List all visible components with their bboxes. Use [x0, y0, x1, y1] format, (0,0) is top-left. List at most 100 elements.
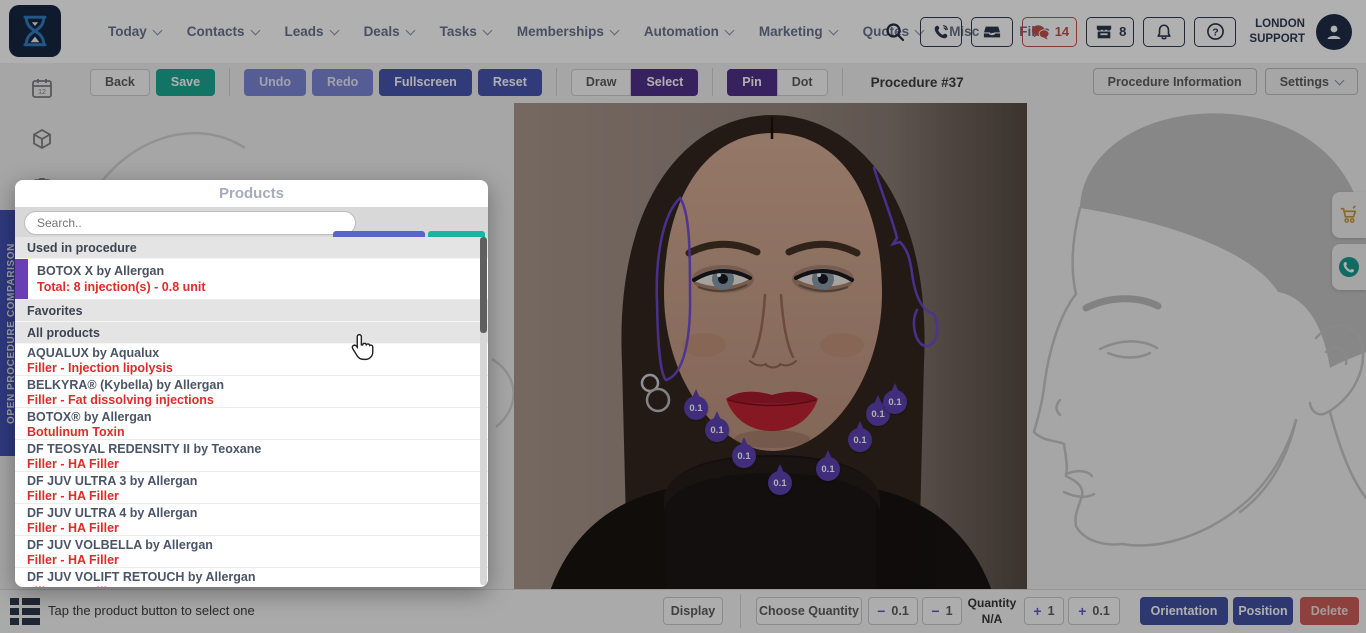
reset-button[interactable]: Reset: [478, 69, 542, 96]
patient-photo[interactable]: 0.10.10.10.10.10.10.10.1: [514, 103, 1027, 591]
chevron-down-icon: [405, 25, 415, 35]
product-list-item[interactable]: DF JUV VOLIFT RETOUCH by AllerganFiller …: [15, 568, 488, 587]
bottombar-separator: [740, 594, 741, 628]
bell-icon: [1155, 23, 1173, 41]
used-product-item[interactable]: BOTOX X by Allergan Total: 8 injection(s…: [15, 259, 488, 300]
menu-item-automation[interactable]: Automation: [644, 24, 733, 39]
injection-pin[interactable]: 0.1: [684, 396, 708, 420]
product-list-item[interactable]: DF JUV ULTRA 4 by AllerganFiller - HA Fi…: [15, 504, 488, 536]
section-all-products[interactable]: All products: [15, 322, 488, 344]
injection-pin[interactable]: 0.1: [848, 428, 872, 452]
menu-item-marketing[interactable]: Marketing: [759, 24, 837, 39]
plus-icon: +: [1033, 603, 1041, 619]
accent-bar-purple: [333, 231, 425, 237]
inbox-icon: [982, 23, 1002, 41]
product-list: AQUALUX by AqualuxFiller - Injection lip…: [15, 344, 488, 587]
product-list-item[interactable]: DF TEOSYAL REDENSITY II by TeoxaneFiller…: [15, 440, 488, 472]
choose-quantity-button[interactable]: Choose Quantity: [756, 597, 862, 625]
search-input[interactable]: [24, 211, 356, 235]
settings-button[interactable]: Settings: [1265, 68, 1358, 95]
chevron-down-icon: [152, 25, 162, 35]
call-float-button[interactable]: [1332, 244, 1366, 290]
display-button[interactable]: Display: [663, 597, 723, 625]
product-list-item[interactable]: DF JUV VOLBELLA by AllerganFiller - HA F…: [15, 536, 488, 568]
sidebar-cube-icon[interactable]: [30, 127, 54, 151]
svg-text:?: ?: [1212, 27, 1218, 38]
procedure-information-button[interactable]: Procedure Information: [1093, 68, 1257, 95]
topbar-actions: 14 8 ? LONDON SUPPORT: [885, 0, 1352, 63]
procedure-title: Procedure #37: [871, 75, 964, 90]
hourglass-logo-icon: [20, 14, 50, 48]
popup-scrollbar-thumb[interactable]: [480, 237, 487, 333]
product-list-item[interactable]: BELKYRA® (Kybella) by AllerganFiller - F…: [15, 376, 488, 408]
chevron-down-icon: [482, 25, 492, 35]
inbox-button[interactable]: [971, 17, 1013, 47]
dot-button[interactable]: Dot: [777, 69, 828, 96]
used-product-accent: [15, 259, 28, 299]
fullscreen-button[interactable]: Fullscreen: [379, 69, 472, 96]
popup-title: Products: [15, 180, 488, 207]
chat-button[interactable]: 14: [1022, 17, 1077, 47]
injection-pin[interactable]: 0.1: [816, 457, 840, 481]
toolbar-separator: [842, 68, 843, 96]
injection-pin[interactable]: 0.1: [705, 418, 729, 442]
product-grid-icon[interactable]: [10, 598, 40, 625]
product-list-item[interactable]: BOTOX® by AllerganBotulinum Toxin: [15, 408, 488, 440]
section-used-in-procedure: Used in procedure: [15, 237, 488, 259]
injection-pin[interactable]: 0.1: [732, 444, 756, 468]
minus-one-button[interactable]: − 1: [922, 597, 962, 625]
menu-item-contacts[interactable]: Contacts: [187, 24, 259, 39]
minus-small-button[interactable]: − 0.1: [868, 597, 918, 625]
position-button[interactable]: Position: [1233, 597, 1293, 625]
toolbar-separator: [712, 68, 713, 96]
menu-item-today[interactable]: Today: [108, 24, 161, 39]
products-popup: Products Used in procedure BOTOX X by Al…: [15, 180, 488, 587]
phone-icon: [932, 23, 950, 41]
notifications-button[interactable]: [1143, 17, 1185, 47]
chevron-down-icon: [609, 25, 619, 35]
section-favorites[interactable]: Favorites: [15, 300, 488, 322]
toolbar-separator: [229, 68, 230, 96]
store-icon: [1094, 23, 1114, 41]
back-button[interactable]: Back: [90, 69, 150, 96]
product-list-item[interactable]: AQUALUX by AqualuxFiller - Injection lip…: [15, 344, 488, 376]
search-icon[interactable]: [885, 22, 905, 42]
menu-item-leads[interactable]: Leads: [285, 24, 338, 39]
store-badge: 8: [1119, 24, 1126, 39]
user-avatar[interactable]: [1316, 14, 1352, 50]
chevron-down-icon: [329, 25, 339, 35]
chevron-down-icon: [724, 25, 734, 35]
menu-item-deals[interactable]: Deals: [364, 24, 414, 39]
user-location-label: LONDON SUPPORT: [1249, 17, 1305, 46]
injection-pin[interactable]: 0.1: [768, 471, 792, 495]
chevron-down-icon: [828, 25, 838, 35]
injection-pin[interactable]: 0.1: [883, 390, 907, 414]
delete-button[interactable]: Delete: [1300, 597, 1359, 625]
question-mark-icon: ?: [1206, 22, 1225, 41]
app-logo[interactable]: [9, 5, 61, 57]
plus-small-button[interactable]: + 0.1: [1068, 597, 1120, 625]
menu-item-memberships[interactable]: Memberships: [517, 24, 618, 39]
draw-button[interactable]: Draw: [571, 69, 632, 96]
plus-one-button[interactable]: + 1: [1024, 597, 1064, 625]
store-button[interactable]: 8: [1086, 17, 1134, 47]
product-list-item[interactable]: DF JUV ULTRA 3 by AllerganFiller - HA Fi…: [15, 472, 488, 504]
save-button[interactable]: Save: [156, 69, 215, 96]
background-sketch-profile: [1030, 100, 1366, 590]
chevron-down-icon: [1335, 75, 1345, 85]
toolbar-separator: [556, 68, 557, 96]
popup-search-strip: [15, 207, 488, 237]
undo-button[interactable]: Undo: [244, 69, 306, 96]
cart-float-button[interactable]: [1332, 192, 1366, 238]
menu-item-tasks[interactable]: Tasks: [440, 24, 491, 39]
select-button[interactable]: Select: [631, 69, 698, 96]
pin-button[interactable]: Pin: [727, 69, 776, 96]
redo-button[interactable]: Redo: [312, 69, 373, 96]
minus-icon: −: [877, 603, 885, 619]
quantity-display: Quantity N/A: [964, 595, 1020, 627]
orientation-button[interactable]: Orientation: [1140, 597, 1228, 625]
cart-icon: [1339, 205, 1359, 225]
chevron-down-icon: [250, 25, 260, 35]
help-button[interactable]: ?: [1194, 17, 1236, 47]
phone-button[interactable]: [920, 17, 962, 47]
